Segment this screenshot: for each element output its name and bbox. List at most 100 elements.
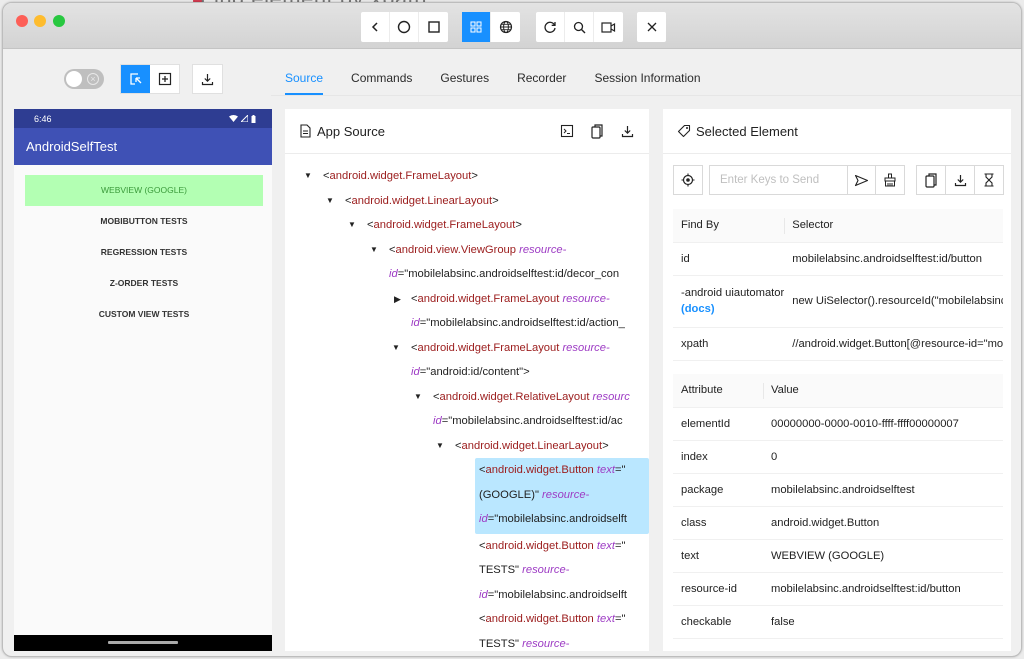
device-button-regression[interactable]: REGRESSION TESTS: [25, 237, 263, 268]
copy-source-button[interactable]: [589, 123, 605, 139]
tree-node[interactable]: <android.widget.Button text=" TESTS" res…: [475, 534, 649, 608]
terminal-icon: [560, 124, 574, 138]
action-group: [536, 12, 623, 42]
app-source-actions: [559, 123, 635, 139]
selected-element-header: Selected Element: [663, 109, 1011, 154]
copy-icon: [591, 123, 603, 139]
inspector-topbar: × Source Commands Gestures Recorder Sess…: [3, 49, 1021, 107]
attribute-name: class: [673, 506, 763, 540]
table-row: package mobilelabsinc.androidselftest: [673, 473, 1003, 507]
send-keys-button[interactable]: [847, 165, 876, 195]
value-header: Value: [763, 374, 1003, 408]
quit-session-button[interactable]: [637, 12, 666, 42]
home-indicator[interactable]: [108, 641, 178, 644]
back-button[interactable]: [361, 12, 390, 42]
table-row: xpath //android.widget.Button[@resource-…: [673, 327, 1003, 361]
copy-attributes-button[interactable]: [916, 165, 946, 195]
selector-value[interactable]: new UiSelector().resourceId("mobilelabsi…: [784, 275, 1003, 328]
video-icon: [601, 21, 616, 33]
plus-square-icon: [158, 72, 171, 86]
caret-down-icon[interactable]: ▼: [370, 238, 378, 263]
clear-brush-icon: [884, 173, 896, 187]
grid-icon: [470, 21, 482, 33]
tree-node[interactable]: ▼ <android.widget.FrameLayout>: [285, 213, 649, 238]
tag-icon: [677, 124, 691, 138]
tree-node[interactable]: ▼ <android.widget.FrameLayout>: [285, 164, 649, 189]
refresh-button[interactable]: [536, 12, 565, 42]
chevron-left-icon: [371, 22, 378, 32]
caret-right-icon[interactable]: ▶: [394, 287, 401, 312]
send-keys-input[interactable]: [709, 165, 847, 195]
caret-down-icon[interactable]: ▼: [414, 385, 422, 410]
device-app-bar: AndroidSelfTest: [14, 128, 272, 165]
caret-down-icon[interactable]: ▼: [392, 336, 400, 361]
timing-button[interactable]: [974, 165, 1004, 195]
tab-gestures[interactable]: Gestures: [440, 49, 489, 107]
tab-commands[interactable]: Commands: [351, 49, 412, 107]
tap-coordinates-button[interactable]: [150, 65, 179, 93]
toggle-attributes-button[interactable]: [559, 123, 575, 139]
find-by-strategy: id: [673, 242, 785, 276]
web-mode-button[interactable]: [491, 12, 520, 42]
tap-element-button[interactable]: [673, 165, 703, 195]
tree-node[interactable]: ▼ <android.widget.LinearLayout>: [285, 189, 649, 214]
select-elements-button[interactable]: [121, 65, 150, 93]
download-screenshot-button[interactable]: [192, 64, 223, 94]
locate-icon: [681, 173, 695, 187]
device-button-z-order[interactable]: Z-ORDER TESTS: [25, 268, 263, 299]
device-button-custom-view[interactable]: CUSTOM VIEW TESTS: [25, 299, 263, 330]
search-icon: [573, 21, 585, 33]
record-button[interactable]: [594, 12, 623, 42]
tree-node[interactable]: <android.widget.Button text=" TESTS" res…: [475, 607, 649, 651]
minimize-window-button[interactable]: [34, 15, 46, 27]
tree-node-selected[interactable]: <android.widget.Button text=" (GOOGLE)" …: [475, 458, 649, 534]
caret-down-icon[interactable]: ▼: [304, 164, 312, 189]
clear-button[interactable]: [875, 165, 905, 195]
device-nav-bar: [14, 635, 272, 651]
table-row: checkable false: [673, 605, 1003, 639]
table-row: id mobilelabsinc.androidselftest:id/butt…: [673, 242, 1003, 276]
attribute-value: mobilelabsinc.androidselftest: [763, 473, 1003, 507]
app-source-panel: App Source ▼ <android.widget.FrameLayout…: [285, 109, 649, 651]
device-button-mobibutton[interactable]: MOBIBUTTON TESTS: [25, 206, 263, 237]
tab-source[interactable]: Source: [285, 49, 324, 107]
panel-scrollbar[interactable]: [1011, 109, 1021, 651]
tab-session-information[interactable]: Session Information: [594, 49, 700, 107]
selector-value[interactable]: mobilelabsinc.androidselftest:id/button: [784, 242, 1003, 276]
source-tree: ▼ <android.widget.FrameLayout> ▼ <androi…: [285, 154, 649, 651]
tree-node[interactable]: ▼ <android.widget.LinearLayout>: [285, 434, 649, 459]
tree-node[interactable]: ▼ <android.widget.RelativeLayout resourc…: [285, 385, 649, 434]
select-cursor-icon: [129, 73, 141, 85]
download-screenshot-element-button[interactable]: [945, 165, 975, 195]
caret-down-icon[interactable]: ▼: [326, 189, 334, 214]
close-window-button[interactable]: [16, 15, 28, 27]
find-by-strategy: -android uiautomator (docs): [673, 275, 785, 328]
native-mode-button[interactable]: [462, 12, 491, 42]
screenshot-toggle[interactable]: ×: [64, 69, 104, 89]
caret-down-icon[interactable]: ▼: [348, 213, 356, 238]
device-screenshot[interactable]: 6:46 AndroidSelfTest WEBVIEW (GOOGLE) MO…: [14, 109, 272, 651]
device-status-bar: 6:46: [14, 109, 272, 128]
download-icon: [621, 125, 633, 137]
tree-node[interactable]: ▼ <android.view.ViewGroup resource- id="…: [285, 238, 649, 287]
tab-recorder[interactable]: Recorder: [517, 49, 566, 107]
tree-node[interactable]: ▼ <android.widget.FrameLayout resource- …: [285, 336, 649, 385]
download-icon: [954, 174, 966, 186]
attribute-name: checkable: [673, 605, 763, 639]
download-source-button[interactable]: [619, 123, 635, 139]
docs-link[interactable]: (docs): [681, 303, 715, 315]
tree-node[interactable]: ▶ <android.widget.FrameLayout resource- …: [285, 287, 649, 336]
find-by-strategy: xpath: [673, 327, 785, 361]
zoom-window-button[interactable]: [53, 15, 65, 27]
table-row: elementId 00000000-0000-0010-ffff-ffff000…: [673, 407, 1003, 441]
device-button-list: WEBVIEW (GOOGLE) MOBIBUTTON TESTS REGRES…: [14, 165, 272, 330]
device-button-webview[interactable]: WEBVIEW (GOOGLE): [25, 175, 263, 206]
search-button[interactable]: [565, 12, 594, 42]
attribute-name: elementId: [673, 407, 763, 441]
selector-value[interactable]: //android.widget.Button[@resource-id="mo…: [784, 327, 1003, 361]
home-button[interactable]: [390, 12, 419, 42]
copy-icon: [925, 172, 937, 188]
caret-down-icon[interactable]: ▼: [436, 434, 444, 459]
table-row: class android.widget.Button: [673, 506, 1003, 540]
app-switch-button[interactable]: [419, 12, 448, 42]
